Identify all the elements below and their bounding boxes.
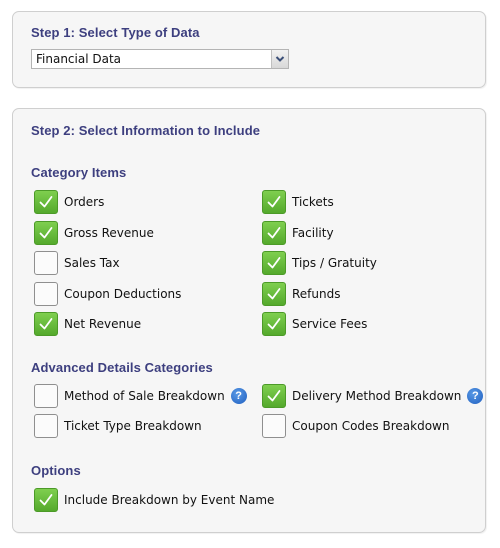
help-question-icon[interactable]: ? (230, 388, 247, 404)
step2-panel: Step 2: Select Information to Include Ca… (12, 108, 486, 533)
checkbox-label[interactable]: Tickets (292, 195, 334, 209)
checkbox-method-of-sale-breakdown[interactable] (34, 384, 58, 408)
checkbox-label[interactable]: Delivery Method Breakdown (292, 389, 461, 403)
checkmark-icon (39, 494, 53, 506)
checkbox-label[interactable]: Orders (64, 195, 104, 209)
step1-heading: Step 1: Select Type of Data (31, 25, 200, 40)
checkbox-tickets[interactable] (262, 190, 286, 214)
checkbox-row-gross-revenue[interactable]: Gross Revenue (34, 220, 154, 246)
checkbox-sales-tax[interactable] (34, 251, 58, 275)
data-type-select[interactable]: Financial Data (31, 49, 289, 69)
checkbox-label[interactable]: Facility (292, 226, 334, 240)
checkmark-icon (39, 226, 53, 238)
checkmark-icon (267, 196, 281, 208)
chevron-down-icon (275, 56, 285, 62)
checkbox-label[interactable]: Coupon Codes Breakdown (292, 419, 449, 433)
checkbox-row-facility[interactable]: Facility (262, 220, 334, 246)
checkbox-row-service-fees[interactable]: Service Fees (262, 311, 367, 337)
checkbox-row-refunds[interactable]: Refunds (262, 281, 341, 307)
checkbox-label[interactable]: Refunds (292, 287, 341, 301)
checkmark-icon (39, 196, 53, 208)
checkbox-label[interactable]: Method of Sale Breakdown (64, 389, 225, 403)
checkbox-row-coupon-codes-breakdown[interactable]: Coupon Codes Breakdown (262, 413, 449, 439)
checkbox-row-delivery-method-breakdown[interactable]: Delivery Method Breakdown? (262, 383, 484, 409)
checkmark-icon (267, 257, 281, 269)
checkbox-label[interactable]: Sales Tax (64, 256, 120, 270)
checkbox-row-orders[interactable]: Orders (34, 189, 104, 215)
checkbox-label[interactable]: Ticket Type Breakdown (64, 419, 202, 433)
checkmark-icon (267, 287, 281, 299)
category-items-heading: Category Items (31, 165, 127, 180)
checkbox-orders[interactable] (34, 190, 58, 214)
checkbox-row-sales-tax[interactable]: Sales Tax (34, 250, 120, 276)
checkbox-facility[interactable] (262, 220, 286, 245)
checkbox-gross-revenue[interactable] (34, 220, 58, 245)
checkbox-label[interactable]: Service Fees (292, 317, 367, 331)
checkbox-coupon-codes-breakdown[interactable] (262, 414, 286, 438)
checkbox-service-fees[interactable] (262, 312, 286, 336)
checkmark-icon (39, 318, 53, 330)
advanced-details-heading: Advanced Details Categories (31, 360, 213, 375)
dropdown-button[interactable] (271, 50, 288, 68)
checkbox-label[interactable]: Coupon Deductions (64, 287, 181, 301)
checkbox-coupon-deductions[interactable] (34, 281, 58, 306)
help-question-icon[interactable]: ? (467, 388, 484, 404)
checkmark-icon (267, 318, 281, 330)
checkbox-include-breakdown-by-event-name[interactable] (34, 488, 58, 512)
step2-heading: Step 2: Select Information to Include (31, 123, 261, 138)
checkbox-net-revenue[interactable] (34, 312, 58, 336)
checkbox-label[interactable]: Tips / Gratuity (292, 256, 377, 270)
data-type-select-value: Financial Data (36, 52, 122, 66)
options-heading: Options (31, 463, 81, 478)
checkbox-ticket-type-breakdown[interactable] (34, 414, 58, 438)
checkbox-row-method-of-sale-breakdown[interactable]: Method of Sale Breakdown? (34, 383, 247, 409)
checkbox-label[interactable]: Include Breakdown by Event Name (64, 493, 274, 507)
checkbox-row-include-breakdown-by-event-name[interactable]: Include Breakdown by Event Name (34, 487, 274, 513)
checkbox-row-coupon-deductions[interactable]: Coupon Deductions (34, 281, 181, 307)
step1-panel: Step 1: Select Type of Data Financial Da… (12, 11, 486, 88)
checkbox-label[interactable]: Net Revenue (64, 317, 141, 331)
checkbox-label[interactable]: Gross Revenue (64, 226, 154, 240)
checkbox-row-ticket-type-breakdown[interactable]: Ticket Type Breakdown (34, 413, 202, 439)
checkbox-delivery-method-breakdown[interactable] (262, 384, 286, 408)
checkbox-row-tips-gratuity[interactable]: Tips / Gratuity (262, 250, 377, 276)
checkmark-icon (267, 390, 281, 402)
checkbox-row-tickets[interactable]: Tickets (262, 189, 334, 215)
checkbox-tips-gratuity[interactable] (262, 251, 286, 275)
checkbox-refunds[interactable] (262, 281, 286, 306)
checkmark-icon (267, 226, 281, 238)
checkbox-row-net-revenue[interactable]: Net Revenue (34, 311, 141, 337)
